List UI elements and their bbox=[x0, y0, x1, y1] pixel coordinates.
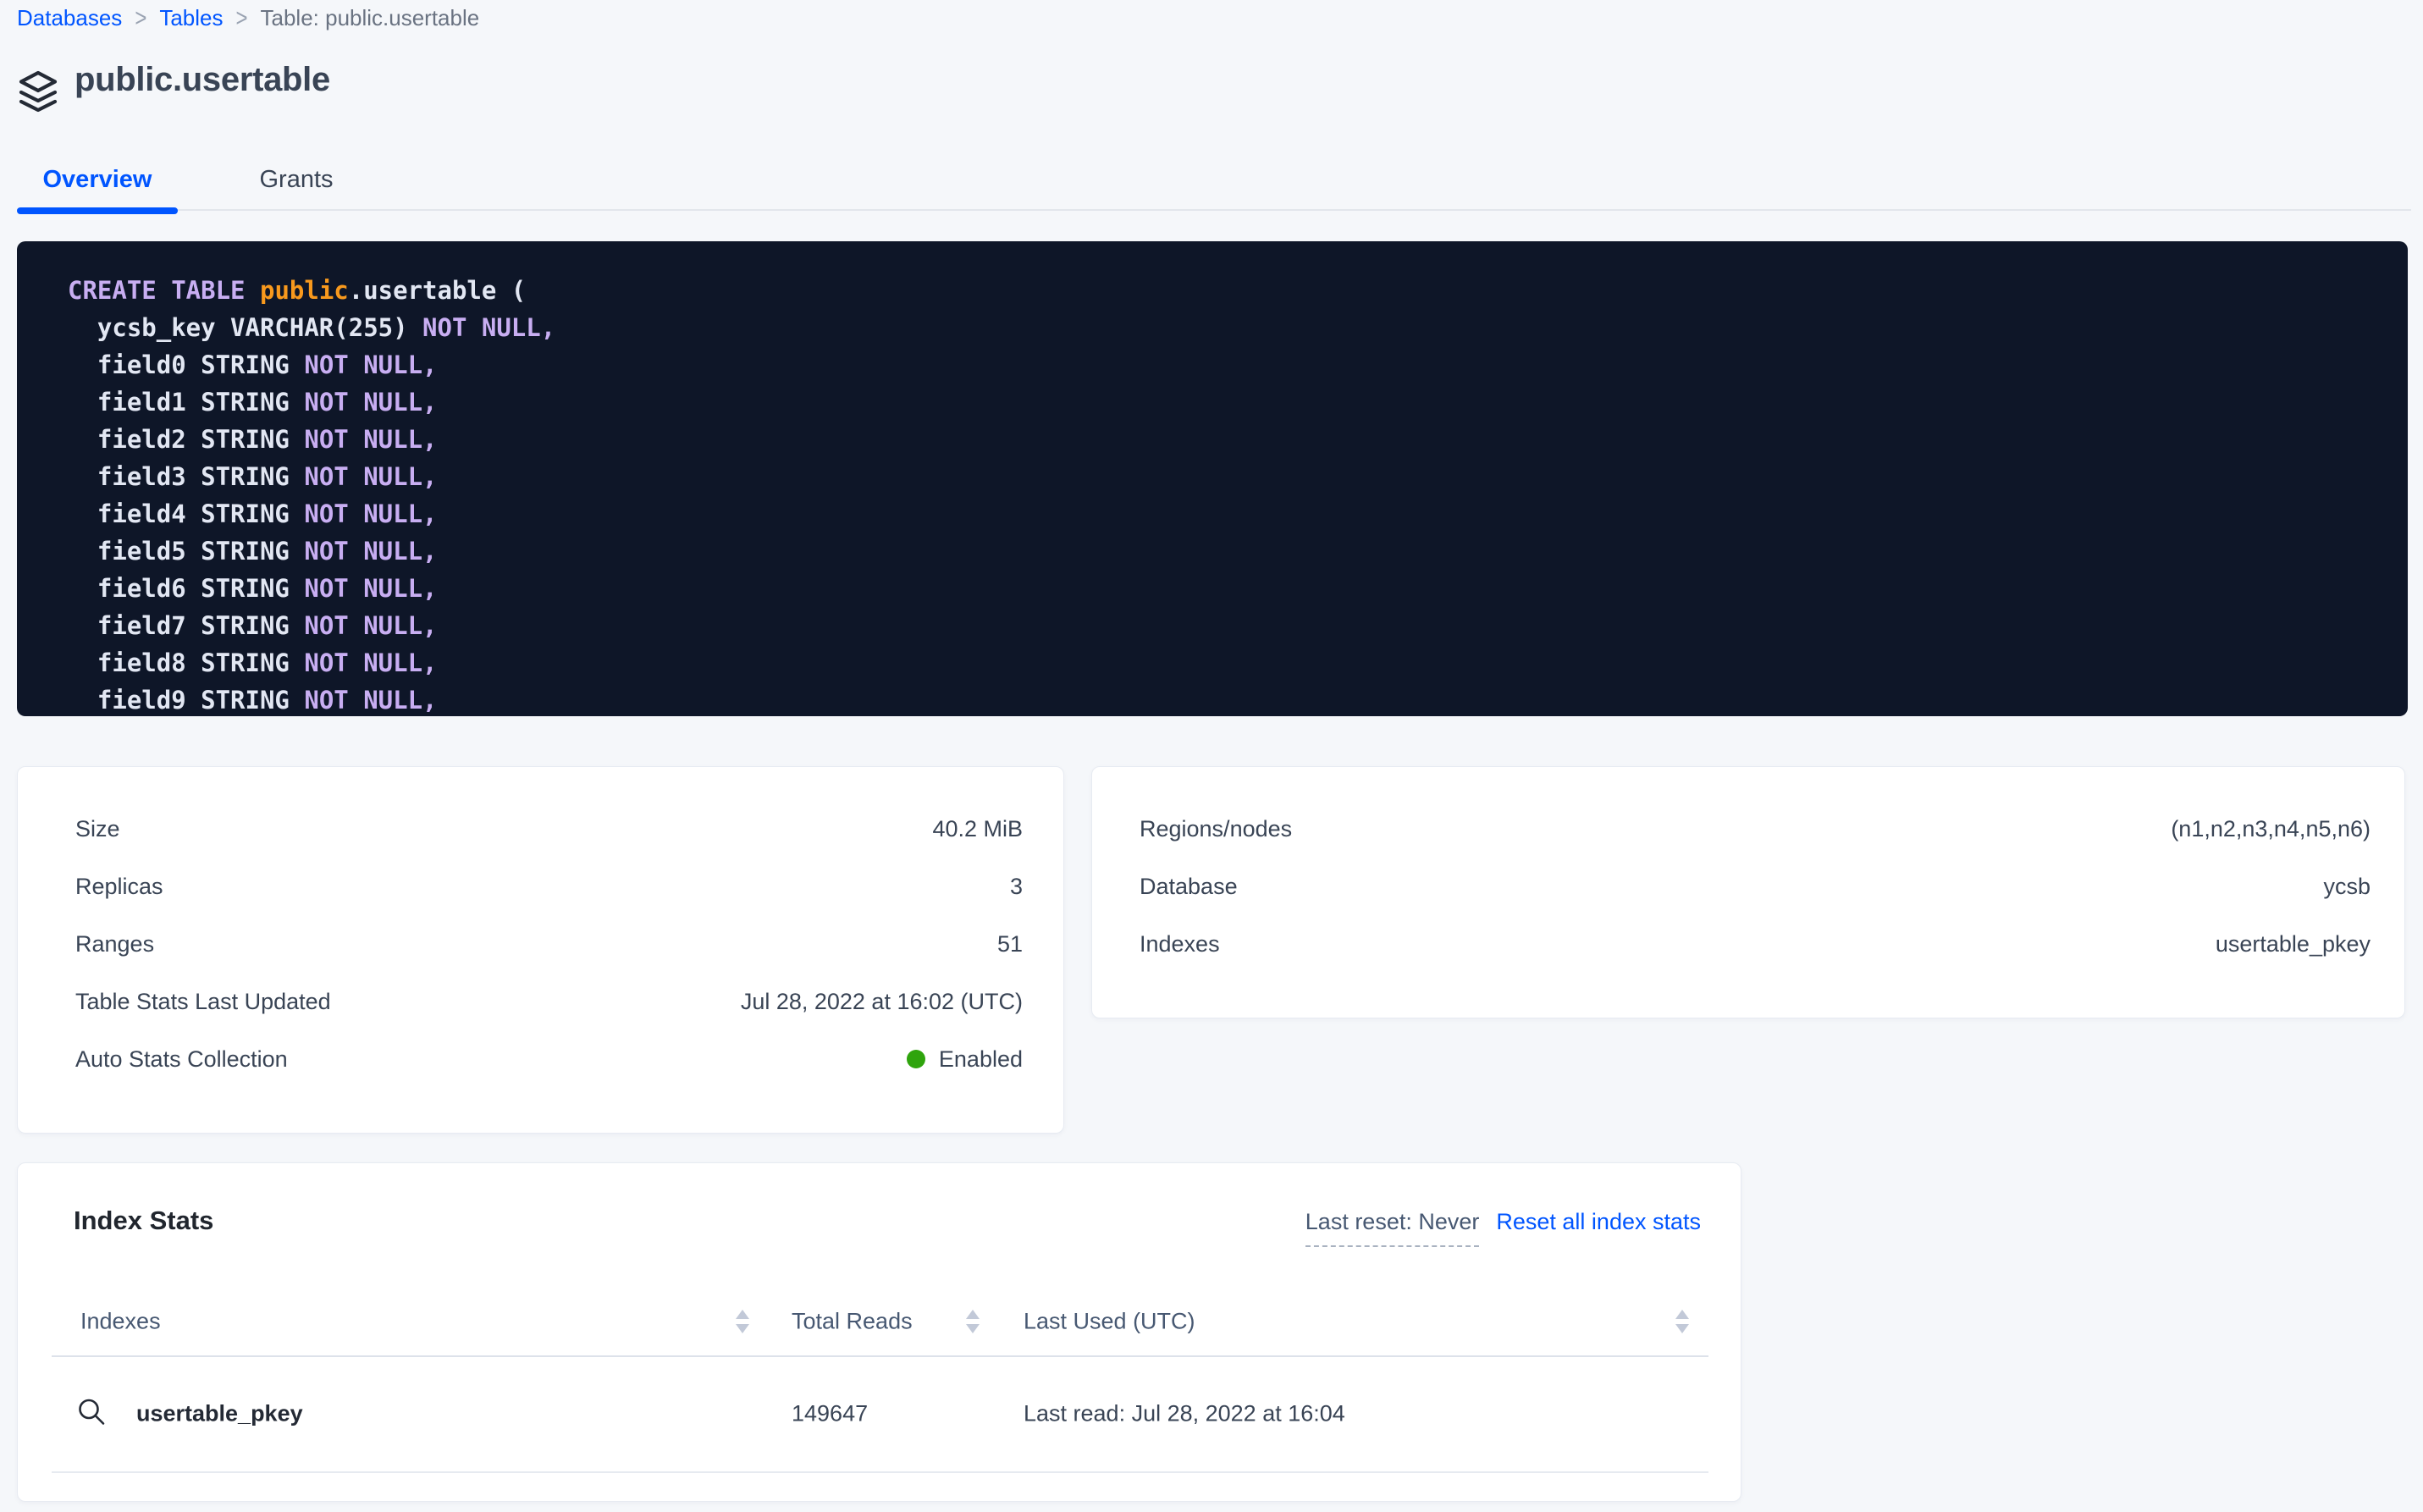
index-stats-controls: Last reset: Never Reset all index stats bbox=[1305, 1209, 1701, 1247]
active-tab-indicator bbox=[17, 207, 178, 214]
tab-grants[interactable]: Grants bbox=[203, 166, 389, 194]
sort-icon[interactable] bbox=[1675, 1310, 1689, 1333]
sql-line: field7 STRING NOT NULL, bbox=[68, 607, 2408, 644]
summary-row: Database ycsb bbox=[1140, 858, 2371, 915]
summary-value: Jul 28, 2022 at 16:02 (UTC) bbox=[741, 989, 1023, 1015]
sql-line: ycsb_key VARCHAR(255) NOT NULL, bbox=[68, 309, 2408, 346]
index-stats-card: Index Stats Last reset: Never Reset all … bbox=[17, 1162, 1741, 1502]
total-reads-value: 149647 bbox=[792, 1400, 868, 1426]
summary-row: Ranges 51 bbox=[75, 915, 1023, 973]
stack-icon bbox=[17, 69, 59, 118]
table-summary-card: Size 40.2 MiB Replicas 3 Ranges 51 Table Stats… bbox=[17, 766, 1064, 1134]
index-table-header: Indexes Total Reads Last Used (UTC) bbox=[52, 1288, 1708, 1357]
table-row: usertable_pkey 149647 Last read: Jul 28, 2… bbox=[52, 1355, 1708, 1473]
sql-line: field9 STRING NOT NULL, bbox=[68, 682, 2408, 716]
summary-label: Replicas bbox=[75, 874, 163, 900]
summary-label: Size bbox=[75, 816, 120, 842]
summary-label: Ranges bbox=[75, 931, 154, 957]
index-name-link[interactable]: usertable_pkey bbox=[136, 1400, 303, 1426]
summary-row: Table Stats Last Updated Jul 28, 2022 at … bbox=[75, 973, 1023, 1030]
summary-label: Regions/nodes bbox=[1140, 816, 1292, 842]
summary-row: Indexes usertable_pkey bbox=[1140, 915, 2371, 973]
column-header-last-used[interactable]: Last Used (UTC) bbox=[1024, 1309, 1195, 1335]
table-details-page: Databases > Tables > Table: public.usert… bbox=[0, 0, 2423, 1512]
summary-row: Auto Stats Collection Enabled bbox=[75, 1030, 1023, 1088]
sql-line: field3 STRING NOT NULL, bbox=[68, 458, 2408, 495]
breadcrumb-link-databases[interactable]: Databases bbox=[17, 5, 122, 31]
search-icon bbox=[75, 1395, 108, 1432]
column-header-total-reads[interactable]: Total Reads bbox=[792, 1309, 913, 1335]
reset-all-index-stats-link[interactable]: Reset all index stats bbox=[1496, 1209, 1701, 1235]
database-summary-card: Regions/nodes (n1,n2,n3,n4,n5,n6) Database… bbox=[1091, 766, 2405, 1018]
summary-value: 40.2 MiB bbox=[932, 816, 1023, 842]
breadcrumb: Databases > Tables > Table: public.usert… bbox=[17, 5, 479, 31]
column-header-indexes[interactable]: Indexes bbox=[80, 1309, 161, 1335]
summary-label: Indexes bbox=[1140, 931, 1220, 957]
sort-icon[interactable] bbox=[736, 1310, 749, 1333]
breadcrumb-current: Table: public.usertable bbox=[261, 5, 480, 31]
last-used-value: Last read: Jul 28, 2022 at 16:04 bbox=[1024, 1400, 1345, 1426]
sql-line: field2 STRING NOT NULL, bbox=[68, 421, 2408, 458]
sql-line: CREATE TABLE public.usertable ( bbox=[68, 272, 2408, 309]
status-dot-icon bbox=[907, 1050, 925, 1068]
chevron-right-icon: > bbox=[235, 3, 247, 33]
summary-label: Database bbox=[1140, 874, 1238, 900]
chevron-right-icon: > bbox=[135, 3, 146, 33]
summary-value: (n1,n2,n3,n4,n5,n6) bbox=[2171, 816, 2371, 842]
page-title: public.usertable bbox=[75, 61, 330, 99]
summary-value: ycsb bbox=[2323, 874, 2371, 900]
summary-row: Size 40.2 MiB bbox=[75, 800, 1023, 858]
summary-row: Regions/nodes (n1,n2,n3,n4,n5,n6) bbox=[1140, 800, 2371, 858]
breadcrumb-link-tables[interactable]: Tables bbox=[159, 5, 223, 31]
summary-value: 3 bbox=[1010, 874, 1023, 900]
summary-value: 51 bbox=[997, 931, 1023, 957]
create-table-sql: CREATE TABLE public.usertable ( ycsb_key… bbox=[17, 241, 2408, 716]
sql-line: field1 STRING NOT NULL, bbox=[68, 384, 2408, 421]
sql-line: field5 STRING NOT NULL, bbox=[68, 533, 2408, 570]
tab-overview[interactable]: Overview bbox=[17, 166, 178, 194]
sql-line: field4 STRING NOT NULL, bbox=[68, 495, 2408, 533]
sql-line: field8 STRING NOT NULL, bbox=[68, 644, 2408, 682]
tab-bar-divider bbox=[17, 209, 2411, 211]
last-reset-label[interactable]: Last reset: Never bbox=[1305, 1209, 1480, 1247]
sql-line: field6 STRING NOT NULL, bbox=[68, 570, 2408, 607]
summary-label: Auto Stats Collection bbox=[75, 1046, 288, 1073]
sql-line: field0 STRING NOT NULL, bbox=[68, 346, 2408, 384]
summary-value: usertable_pkey bbox=[2216, 931, 2371, 957]
index-stats-title: Index Stats bbox=[74, 1206, 213, 1236]
summary-value: Enabled bbox=[907, 1046, 1023, 1073]
summary-label: Table Stats Last Updated bbox=[75, 989, 331, 1015]
summary-row: Replicas 3 bbox=[75, 858, 1023, 915]
sort-icon[interactable] bbox=[966, 1310, 980, 1333]
